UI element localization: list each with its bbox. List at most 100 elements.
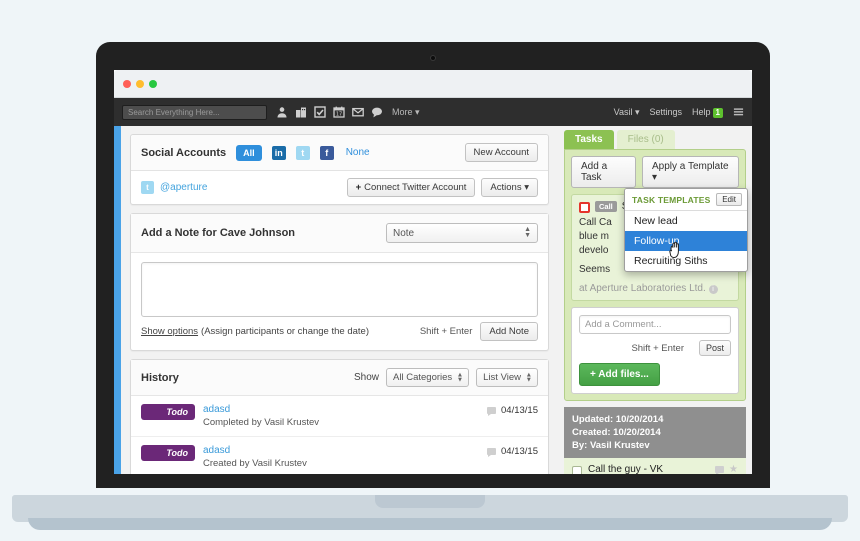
star-icon[interactable]: ★ xyxy=(729,464,738,474)
note-textarea[interactable] xyxy=(141,262,538,317)
person-icon[interactable] xyxy=(276,106,288,118)
task-row-title: Call the guy - VK xyxy=(588,464,664,474)
main-content-column: Social Accounts All in t f None New Acco… xyxy=(121,126,558,474)
nav-icon-group: 17 xyxy=(276,106,383,118)
status-badge: Todo xyxy=(141,404,195,420)
history-card: History Show All Categories ▲ ▼ List View… xyxy=(130,359,549,474)
laptop-trackpad-notch xyxy=(375,495,485,508)
table-row[interactable]: Todo adasd Completed by Vasil Krustev 04… xyxy=(131,396,548,437)
comment-bubble-icon xyxy=(487,407,497,416)
laptop-foot xyxy=(28,518,832,530)
left-blue-rail xyxy=(114,126,121,474)
help-link[interactable]: Help 1 xyxy=(692,107,723,118)
more-menu[interactable]: More ▾ xyxy=(392,107,420,118)
connect-twitter-account-button[interactable]: + Connect Twitter Account xyxy=(346,178,476,197)
search-input[interactable]: Search Everything Here... xyxy=(122,104,267,120)
history-category-select[interactable]: All Categories ▲ ▼ xyxy=(386,368,470,387)
tab-files[interactable]: Files (0) xyxy=(616,130,675,149)
close-window-icon[interactable] xyxy=(123,79,131,88)
add-note-shortcut-hint: Shift + Enter xyxy=(419,326,473,337)
comment-bubble-icon xyxy=(487,448,497,457)
task-detail-card: Call S Call Ca blue m develo Seems at Ap… xyxy=(571,188,748,301)
history-header: History Show All Categories ▲ ▼ List View… xyxy=(131,360,548,396)
task-templates-dropdown: TASK TEMPLATES Edit New lead Follow-up R… xyxy=(624,188,748,272)
maximize-window-icon[interactable] xyxy=(149,79,157,88)
twitter-account-row: t @aperture + Connect Twitter Account Act… xyxy=(131,171,548,204)
history-row-title[interactable]: adasd xyxy=(203,445,487,456)
plus-icon: + xyxy=(355,182,362,193)
show-options-link[interactable]: Show options xyxy=(141,326,198,337)
add-note-body: Show options (Assign participants or cha… xyxy=(131,253,548,350)
add-note-button[interactable]: Add Note xyxy=(480,322,538,341)
chevron-updown-icon: ▲ ▼ xyxy=(524,226,531,239)
list-item[interactable]: Call the guy - VK Cave Johnson i ★ xyxy=(564,458,746,474)
history-row-main: adasd Completed by Vasil Krustev xyxy=(203,404,487,428)
screenshot-stage: Search Everything Here... 17 More ▾ Vasi… xyxy=(0,0,860,541)
note-type-select[interactable]: Note ▲ ▼ xyxy=(386,223,538,243)
actions-dropdown-button[interactable]: Actions ▾ xyxy=(481,178,538,197)
help-badge: 1 xyxy=(712,107,723,118)
table-row[interactable]: Todo adasd Created by Vasil Krustev 04/1… xyxy=(131,437,548,474)
show-options-hint: (Assign participants or change the date) xyxy=(201,326,369,337)
post-comment-button[interactable]: Post xyxy=(698,340,731,356)
tab-tasks[interactable]: Tasks xyxy=(564,130,614,149)
task-checkbox[interactable] xyxy=(572,466,582,474)
task-checkbox[interactable] xyxy=(579,202,590,213)
history-row-meta: 04/13/15 xyxy=(487,445,538,457)
comment-shortcut-hint: Shift + Enter xyxy=(631,342,684,354)
company-icon[interactable] xyxy=(295,106,307,118)
history-row-date: 04/13/15 xyxy=(501,405,538,416)
twitter-icon[interactable]: t xyxy=(295,145,310,160)
task-meta-block: Updated: 10/20/2014 Created: 10/20/2014 … xyxy=(564,407,746,458)
task-checkbox-icon[interactable] xyxy=(314,106,326,118)
comment-input[interactable]: Add a Comment... xyxy=(579,315,731,334)
linkedin-icon[interactable]: in xyxy=(271,145,286,160)
calendar-icon[interactable]: 17 xyxy=(333,106,345,118)
add-note-card: Add a Note for Cave Johnson Note ▲ ▼ Show… xyxy=(130,213,549,351)
comment-footer: Shift + Enter Post xyxy=(579,340,731,356)
info-icon[interactable]: i xyxy=(708,285,718,294)
history-title: History xyxy=(141,371,179,384)
history-row-subtitle: Created by Vasil Krustev xyxy=(203,458,307,469)
task-type-badge: Call xyxy=(595,201,617,212)
task-author: By: Vasil Krustev xyxy=(572,440,650,451)
add-task-button[interactable]: Add a Task xyxy=(571,156,636,188)
note-type-value: Note xyxy=(393,227,415,239)
envelope-icon[interactable] xyxy=(352,106,364,118)
task-detail-company: at Aperture Laboratories Ltd. i xyxy=(579,283,731,294)
add-note-title: Add a Note for Cave Johnson xyxy=(141,227,296,239)
history-row-title[interactable]: adasd xyxy=(203,404,487,415)
history-row-meta: 04/13/15 xyxy=(487,404,538,416)
apply-template-button[interactable]: Apply a Template ▾ xyxy=(642,156,739,188)
comment-bubble-icon xyxy=(715,466,725,474)
task-templates-title: TASK TEMPLATES xyxy=(632,194,711,205)
history-view-select[interactable]: List View ▲ ▼ xyxy=(476,368,538,387)
add-note-footer: Show options (Assign participants or cha… xyxy=(141,317,538,344)
task-row-main: Call the guy - VK Cave Johnson i xyxy=(588,464,715,474)
history-row-subtitle: Completed by Vasil Krustev xyxy=(203,417,319,428)
settings-link[interactable]: Settings xyxy=(650,107,683,117)
filter-all-button[interactable]: All xyxy=(236,144,262,161)
new-account-button[interactable]: New Account xyxy=(464,143,538,162)
app-top-nav: Search Everything Here... 17 More ▾ Vasi… xyxy=(114,98,752,126)
task-updated-date: Updated: 10/20/2014 xyxy=(572,414,664,425)
task-company-name[interactable]: Aperture Laboratories Ltd. xyxy=(590,283,706,294)
menu-item-recruiting-siths[interactable]: Recruiting Siths xyxy=(625,251,747,271)
list-icon[interactable] xyxy=(733,107,744,118)
tasks-panel-column: Tasks Files (0) Add a Task Apply a Templ… xyxy=(558,126,752,474)
history-show-label: Show xyxy=(354,372,380,383)
add-files-button[interactable]: + Add files... xyxy=(579,363,660,386)
webcam-icon xyxy=(430,55,436,61)
account-handle[interactable]: @aperture xyxy=(160,182,207,193)
menu-item-new-lead[interactable]: New lead xyxy=(625,211,747,231)
menu-item-follow-up[interactable]: Follow-up xyxy=(625,231,747,251)
minimize-window-icon[interactable] xyxy=(136,79,144,88)
status-badge: Todo xyxy=(141,445,195,461)
facebook-icon[interactable]: f xyxy=(319,145,334,160)
chevron-updown-icon: ▲ ▼ xyxy=(525,371,532,384)
edit-templates-button[interactable]: Edit xyxy=(716,193,742,206)
filter-none-button[interactable]: None xyxy=(346,147,370,158)
user-menu[interactable]: Vasil ▾ xyxy=(614,107,640,118)
svg-text:17: 17 xyxy=(336,112,342,118)
chat-bubble-icon[interactable] xyxy=(371,106,383,118)
